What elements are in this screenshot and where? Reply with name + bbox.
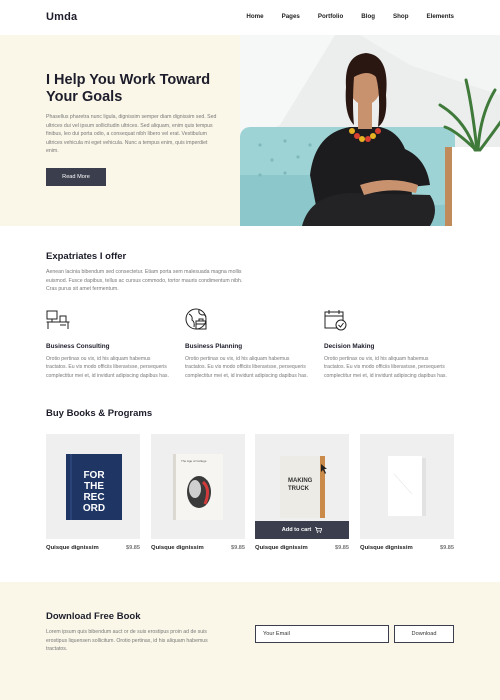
book-price: $9.85 <box>440 545 454 551</box>
download-description: Lorem ipsum quis bibendum auct or de sui… <box>46 629 208 653</box>
download-title: Download Free Book <box>46 611 141 622</box>
book-card[interactable]: FOR THE REC ORD <box>46 434 140 539</box>
svg-text:THE: THE <box>84 481 104 492</box>
woman-on-sofa-illustration <box>240 35 500 226</box>
hero-description: Phasellus pharetra nunc ligula, dignissi… <box>46 114 217 155</box>
book-info: Quisque dignissim $9.85 <box>360 545 454 555</box>
nav-item-blog[interactable]: Blog <box>361 13 375 20</box>
svg-text:FOR: FOR <box>83 470 105 481</box>
book-title[interactable]: Quisque dignissim <box>255 545 308 551</box>
book-cover-image <box>388 456 426 516</box>
svg-text:ORD: ORD <box>83 503 105 514</box>
nav-item-pages[interactable]: Pages <box>282 13 300 20</box>
offer-section-description: Aenean lacinia bibendum sed consectetur.… <box>46 269 243 293</box>
service-title: Business Consulting <box>46 343 110 350</box>
book-info: Quisque dignissim $9.85 <box>151 545 245 555</box>
service-description: Orotio pertinax ou vix, id his aliquam h… <box>324 356 447 379</box>
book-info: Quisque dignissim $9.85 <box>255 545 349 555</box>
service-title: Business Planning <box>185 343 243 350</box>
offer-section-title: Expatriates I offer <box>46 251 127 262</box>
book-title[interactable]: Quisque dignissim <box>360 545 413 551</box>
service-business-consulting: Business Consulting Orotio pertinax ou v… <box>46 308 171 380</box>
top-navigation: Umda Home Pages Portfolio Blog Shop Elem… <box>0 0 500 35</box>
service-description: Orotio pertinax ou vix, id his aliquam h… <box>185 356 308 379</box>
book-cover-image: FOR THE REC ORD <box>66 454 122 520</box>
service-title: Decision Making <box>324 343 375 350</box>
service-decision-making: Decision Making Orotio pertinax ou vix, … <box>324 308 449 380</box>
hero-title: I Help You Work Toward Your Goals <box>46 72 211 105</box>
book-price: $9.85 <box>335 545 349 551</box>
book-title[interactable]: Quisque dignissim <box>46 545 99 551</box>
svg-text:REC: REC <box>83 492 104 503</box>
add-to-cart-button[interactable]: Add to cart <box>255 521 349 539</box>
book-price: $9.85 <box>126 545 140 551</box>
book-card-hovered[interactable]: MAKING TRUCK Add to cart <box>255 434 349 539</box>
email-input[interactable] <box>255 625 389 643</box>
book-card[interactable]: The Age of College <box>151 434 245 539</box>
nav-item-elements[interactable]: Elements <box>426 13 454 20</box>
service-business-planning: Business Planning Orotio pertinax ou vix… <box>185 308 310 380</box>
book-title[interactable]: Quisque dignissim <box>151 545 204 551</box>
nav-item-home[interactable]: Home <box>246 13 263 20</box>
books-section-title: Buy Books & Programs <box>46 408 153 419</box>
nav-item-shop[interactable]: Shop <box>393 13 408 20</box>
add-to-cart-label: Add to cart <box>281 527 312 533</box>
book-price: $9.85 <box>231 545 245 551</box>
service-description: Orotio pertinax ou vix, id his aliquam h… <box>46 356 169 379</box>
book-info: Quisque dignissim $9.85 <box>46 545 140 555</box>
book-card[interactable] <box>360 434 454 539</box>
svg-text:TRUCK: TRUCK <box>288 486 310 492</box>
globe-briefcase-icon <box>185 308 207 330</box>
svg-text:MAKING: MAKING <box>288 478 313 484</box>
hero-photo <box>240 35 500 226</box>
site-logo[interactable]: Umda <box>46 11 77 23</box>
download-button[interactable]: Download <box>394 625 454 643</box>
main-menu: Home Pages Portfolio Blog Shop Elements <box>228 13 454 20</box>
book-cover-image: The Age of College <box>173 454 223 520</box>
svg-text:The Age of College: The Age of College <box>181 459 207 463</box>
read-more-button[interactable]: Read More <box>46 168 106 186</box>
nav-item-portfolio[interactable]: Portfolio <box>318 13 343 20</box>
calendar-check-icon <box>324 310 347 331</box>
cart-icon <box>315 527 323 533</box>
desk-workstation-icon <box>46 310 70 329</box>
